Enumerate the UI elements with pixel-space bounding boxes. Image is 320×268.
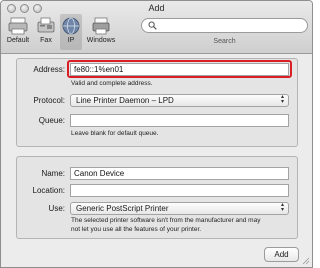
name-label: Name:: [41, 169, 65, 178]
address-highlight-box: [67, 60, 292, 78]
search-input[interactable]: [141, 18, 308, 33]
default-printer-icon: [6, 16, 30, 36]
window-title: Add: [148, 3, 165, 13]
fax-icon: [34, 16, 58, 36]
toolbar-default-label: Default: [6, 37, 30, 44]
protocol-value: Line Printer Daemon – LPD: [76, 96, 174, 105]
use-label: Use:: [48, 204, 65, 213]
use-hint-line1: The selected printer software isn't from…: [71, 217, 261, 224]
popup-arrows-icon: ▴ ▾: [280, 94, 284, 105]
toolbar-default-button[interactable]: Default: [3, 16, 33, 44]
toolbar-windows-button[interactable]: Windows: [86, 16, 116, 44]
queue-label: Queue:: [38, 116, 65, 125]
resize-grip-icon[interactable]: [302, 257, 310, 265]
queue-hint: Leave blank for default queue.: [71, 130, 159, 137]
search-caption: Search: [213, 38, 236, 45]
use-hint-line2: not let you use all the features of your…: [71, 226, 202, 233]
use-popup[interactable]: Generic PostScript Printer ▴ ▾: [70, 202, 289, 215]
address-hint: Valid and complete address.: [71, 80, 153, 87]
ip-globe-icon: [59, 16, 83, 36]
toolbar-ip-label: IP: [67, 37, 75, 44]
address-label: Address:: [33, 65, 65, 74]
add-button[interactable]: Add: [264, 247, 299, 262]
toolbar-ip-button[interactable]: IP: [56, 16, 86, 44]
windows-printer-icon: [89, 16, 113, 36]
queue-field[interactable]: [70, 114, 289, 127]
location-field[interactable]: [70, 184, 289, 197]
use-value: Generic PostScript Printer: [76, 204, 169, 213]
popup-arrows-icon: ▴ ▾: [280, 202, 284, 213]
location-label: Location:: [32, 186, 65, 195]
add-printer-window: Add Default Fax IP Windows Search Addres…: [0, 0, 313, 268]
toolbar-windows-label: Windows: [86, 37, 116, 44]
protocol-popup[interactable]: Line Printer Daemon – LPD ▴ ▾: [70, 94, 289, 107]
name-field[interactable]: Canon Device: [70, 167, 289, 180]
search-icon: [148, 21, 157, 32]
title-toolbar-area: Add Default Fax IP Windows Search: [1, 1, 312, 54]
protocol-label: Protocol:: [33, 96, 65, 105]
